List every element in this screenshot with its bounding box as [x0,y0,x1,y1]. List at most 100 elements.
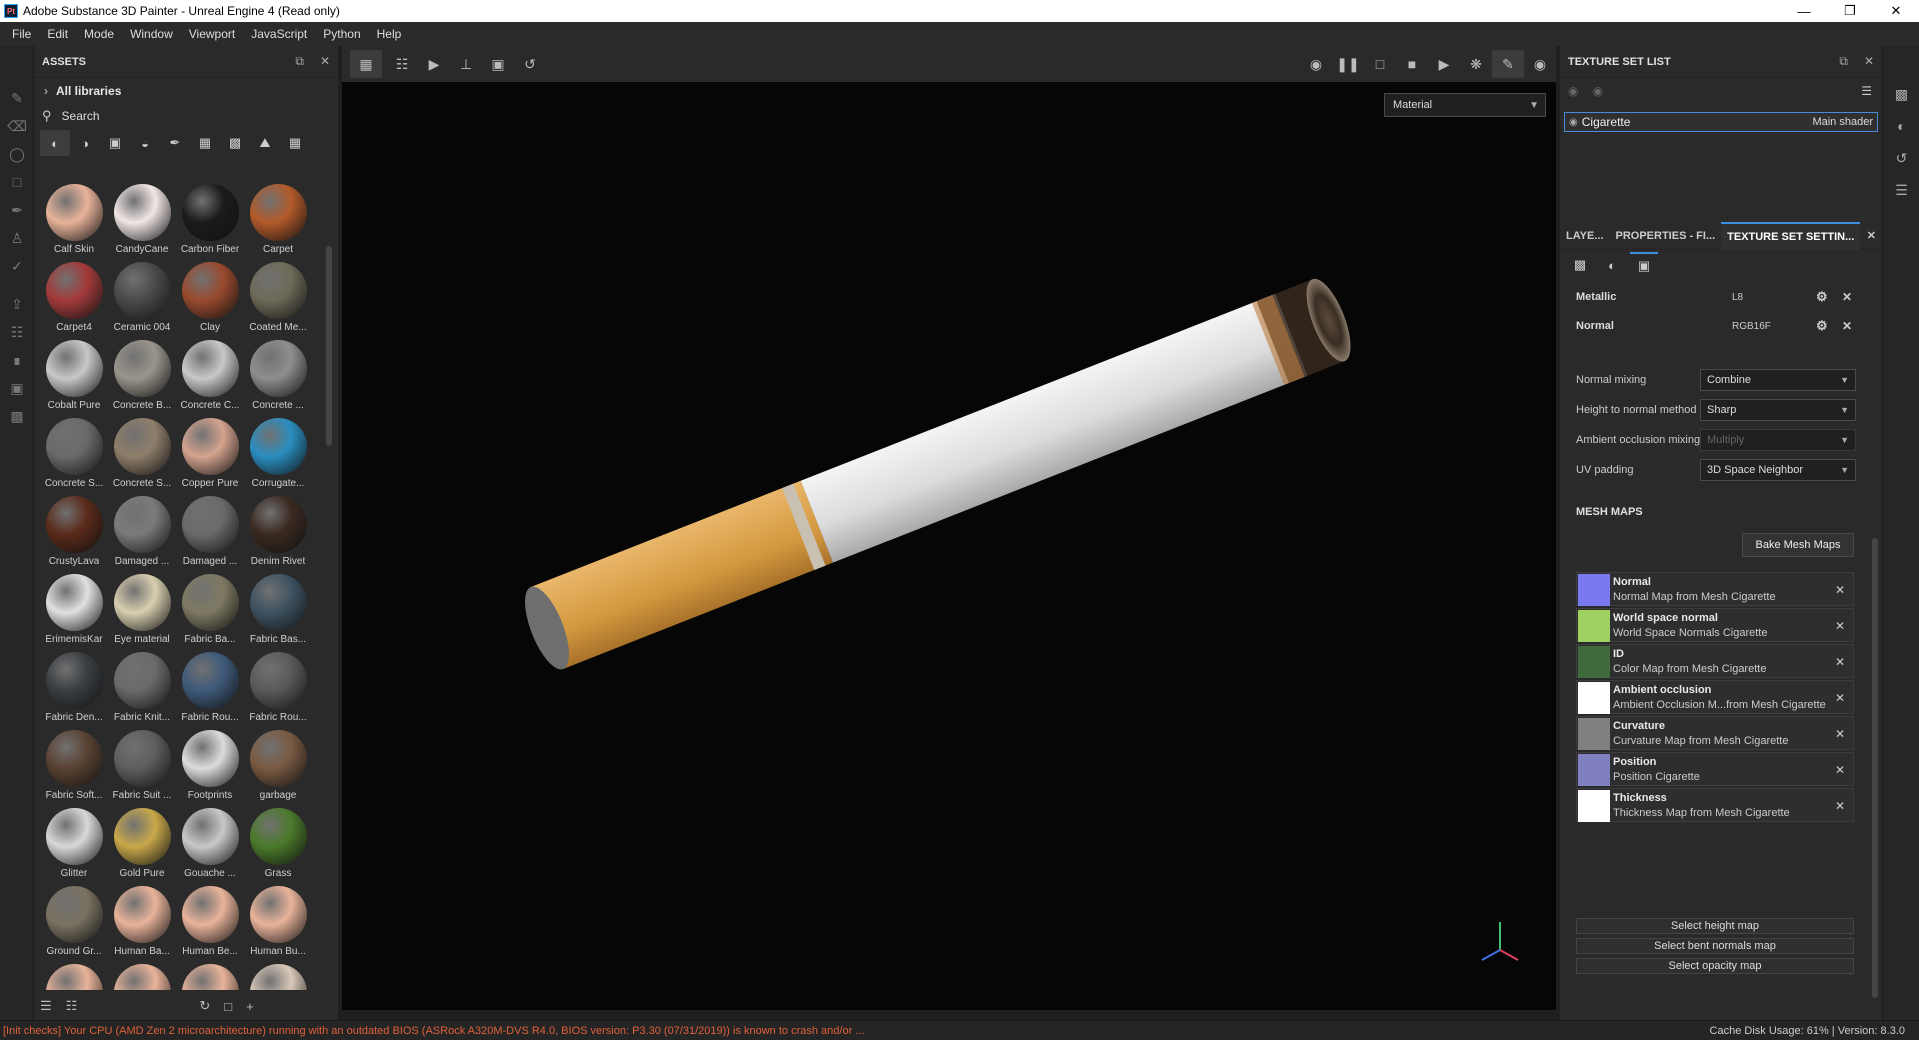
menu-javascript[interactable]: JavaScript [243,27,315,41]
filter-masks-icon[interactable]: ▣ [100,130,130,156]
smudge-icon[interactable]: ✒ [0,196,34,224]
asset-tile[interactable]: Clay [176,258,244,336]
undock-icon[interactable]: ⧉ [1839,54,1848,69]
asset-tile[interactable]: Fabric Knit... [108,648,176,726]
grid-snap-icon[interactable]: ▦ [350,50,382,78]
menu-viewport[interactable]: Viewport [181,27,243,41]
all-libraries-row[interactable]: › All libraries [34,78,338,104]
asset-tile[interactable]: Concrete S... [40,414,108,492]
close-icon[interactable]: ✕ [1835,763,1845,777]
search-input[interactable]: ⚲ Search [34,104,338,128]
mesh-map-row[interactable]: Normal Normal Map from Mesh Cigarette ✕ [1576,572,1854,606]
2d-view-icon[interactable]: □ [1364,50,1396,78]
asset-tile[interactable]: Concrete B... [108,336,176,414]
undock-icon[interactable]: ⧉ [295,54,304,69]
log-icon[interactable]: ☰ [1883,174,1919,206]
asset-tile[interactable]: Fabric Suit ... [108,726,176,804]
status-error-message[interactable]: [Init checks] Your CPU (AMD Zen 2 microa… [0,1025,864,1037]
restore-icon[interactable]: ❐ [1827,0,1873,22]
uv-padding-select[interactable]: 3D Space Neighbor ▼ [1700,459,1856,481]
asset-tile[interactable]: Concrete ... [244,336,312,414]
asset-tile[interactable]: Carpet4 [40,258,108,336]
layers-icon[interactable]: ▩ [1883,78,1919,110]
eye-hidden-icon[interactable]: ◉ [1568,84,1578,98]
visibility-icon[interactable]: ◉ [1569,117,1578,128]
normal-mixing-select[interactable]: Combine ▼ [1700,369,1856,391]
asset-tile[interactable] [40,960,108,990]
close-icon[interactable]: ✕ [1835,655,1845,669]
filter-textures-icon[interactable]: ▦ [190,130,220,156]
asset-tile[interactable]: Eye material [108,570,176,648]
add-icon[interactable]: + [246,999,254,1014]
asset-tile[interactable]: Damaged ... [176,492,244,570]
paint-mode-icon[interactable]: ✎ [1492,50,1524,78]
minimize-icon[interactable]: — [1781,0,1827,22]
filter-patterns-icon[interactable]: ▩ [220,130,250,156]
folder-icon[interactable]: □ [224,999,232,1014]
mesh-map-row[interactable]: World space normal World Space Normals Ci… [1576,608,1854,642]
close-icon[interactable]: ✕ [1835,619,1845,633]
camera-icon[interactable]: ▶ [1428,50,1460,78]
asset-tile[interactable]: Cobalt Pure [40,336,108,414]
filter-smart-materials-icon[interactable]: ◑ [70,130,100,156]
asset-tile[interactable]: Carpet [244,180,312,258]
texture-set-row[interactable]: ◉ Cigarette Main shader [1564,112,1878,132]
asset-tile[interactable]: Footprints [176,726,244,804]
close-icon[interactable]: ✕ [1835,799,1845,813]
asset-tile[interactable] [244,960,312,990]
viewport-3d[interactable] [342,82,1556,1010]
menu-icon[interactable]: ☰ [1861,84,1872,98]
height-to-normal-select[interactable]: Sharp ▼ [1700,399,1856,421]
close-icon[interactable]: ✕ [1842,290,1852,304]
hide-icon[interactable]: ◉ [1300,50,1332,78]
bake-mesh-maps-button[interactable]: Bake Mesh Maps [1742,533,1854,557]
3d-view-icon[interactable]: ■ [1396,50,1428,78]
texture-set-icon[interactable]: ▣ [0,374,34,402]
asset-tile[interactable]: Calf Skin [40,180,108,258]
asset-tile[interactable]: ErimemisKar [40,570,108,648]
asset-tile[interactable] [176,960,244,990]
menu-edit[interactable]: Edit [39,27,76,41]
clone-icon[interactable]: ♙ [0,224,34,252]
export-icon[interactable]: ⇪ [0,290,34,318]
filter-environments-icon[interactable]: ⛰ [250,130,280,156]
asset-tile[interactable]: Concrete S... [108,414,176,492]
channels-icon[interactable]: ▩ [1566,252,1594,278]
asset-tile[interactable]: Fabric Ba... [176,570,244,648]
gear-icon[interactable]: ⚙ [1816,289,1828,305]
close-icon[interactable]: ✕ [1835,691,1845,705]
asset-tile[interactable]: Fabric Bas... [244,570,312,648]
close-icon[interactable]: ✕ [1873,0,1919,22]
tab-properties[interactable]: PROPERTIES - FI... [1610,222,1722,250]
refresh-icon[interactable]: ↻ [199,998,210,1014]
filter-generators-icon[interactable]: ◒ [130,130,160,156]
menu-help[interactable]: Help [369,27,410,41]
right-panel-scrollbar[interactable] [1872,538,1878,998]
display-settings-icon[interactable]: ▩ [0,402,34,430]
frame-icon[interactable]: ▣ [482,50,514,78]
projection-icon[interactable]: ◯ [0,140,34,168]
asset-tile[interactable]: Human Bu... [244,882,312,960]
filter-materials-icon[interactable]: ◐ [40,130,70,156]
select-bent-normals-button[interactable]: Select bent normals map [1576,938,1854,954]
mesh-map-row[interactable]: ID Color Map from Mesh Cigarette ✕ [1576,644,1854,678]
asset-tile[interactable]: Ceramic 004 [108,258,176,336]
uv-icon[interactable]: ▣ [1630,252,1658,278]
asset-tile[interactable]: garbage [244,726,312,804]
close-panel-icon[interactable]: ✕ [1864,54,1874,69]
grid-view-icon[interactable]: ▦ [280,130,310,156]
menu-file[interactable]: File [4,27,39,41]
mesh-map-row[interactable]: Position Position Cigarette ✕ [1576,752,1854,786]
asset-tile[interactable] [108,960,176,990]
close-panel-icon[interactable]: ✕ [320,54,330,69]
shelf-icon[interactable]: ☷ [0,318,34,346]
filter-brushes-icon[interactable]: ✒ [160,130,190,156]
asset-tile[interactable]: Copper Pure [176,414,244,492]
asset-tile[interactable]: Glitter [40,804,108,882]
asset-tile[interactable]: Coated Me... [244,258,312,336]
list-view-icon[interactable]: ☰ [40,998,52,1014]
asset-tile[interactable]: Human Ba... [108,882,176,960]
channel-format[interactable]: RGB16F [1732,321,1771,332]
bake-icon[interactable]: ∎ [0,346,34,374]
pause-icon[interactable]: ❚❚ [1332,50,1364,78]
